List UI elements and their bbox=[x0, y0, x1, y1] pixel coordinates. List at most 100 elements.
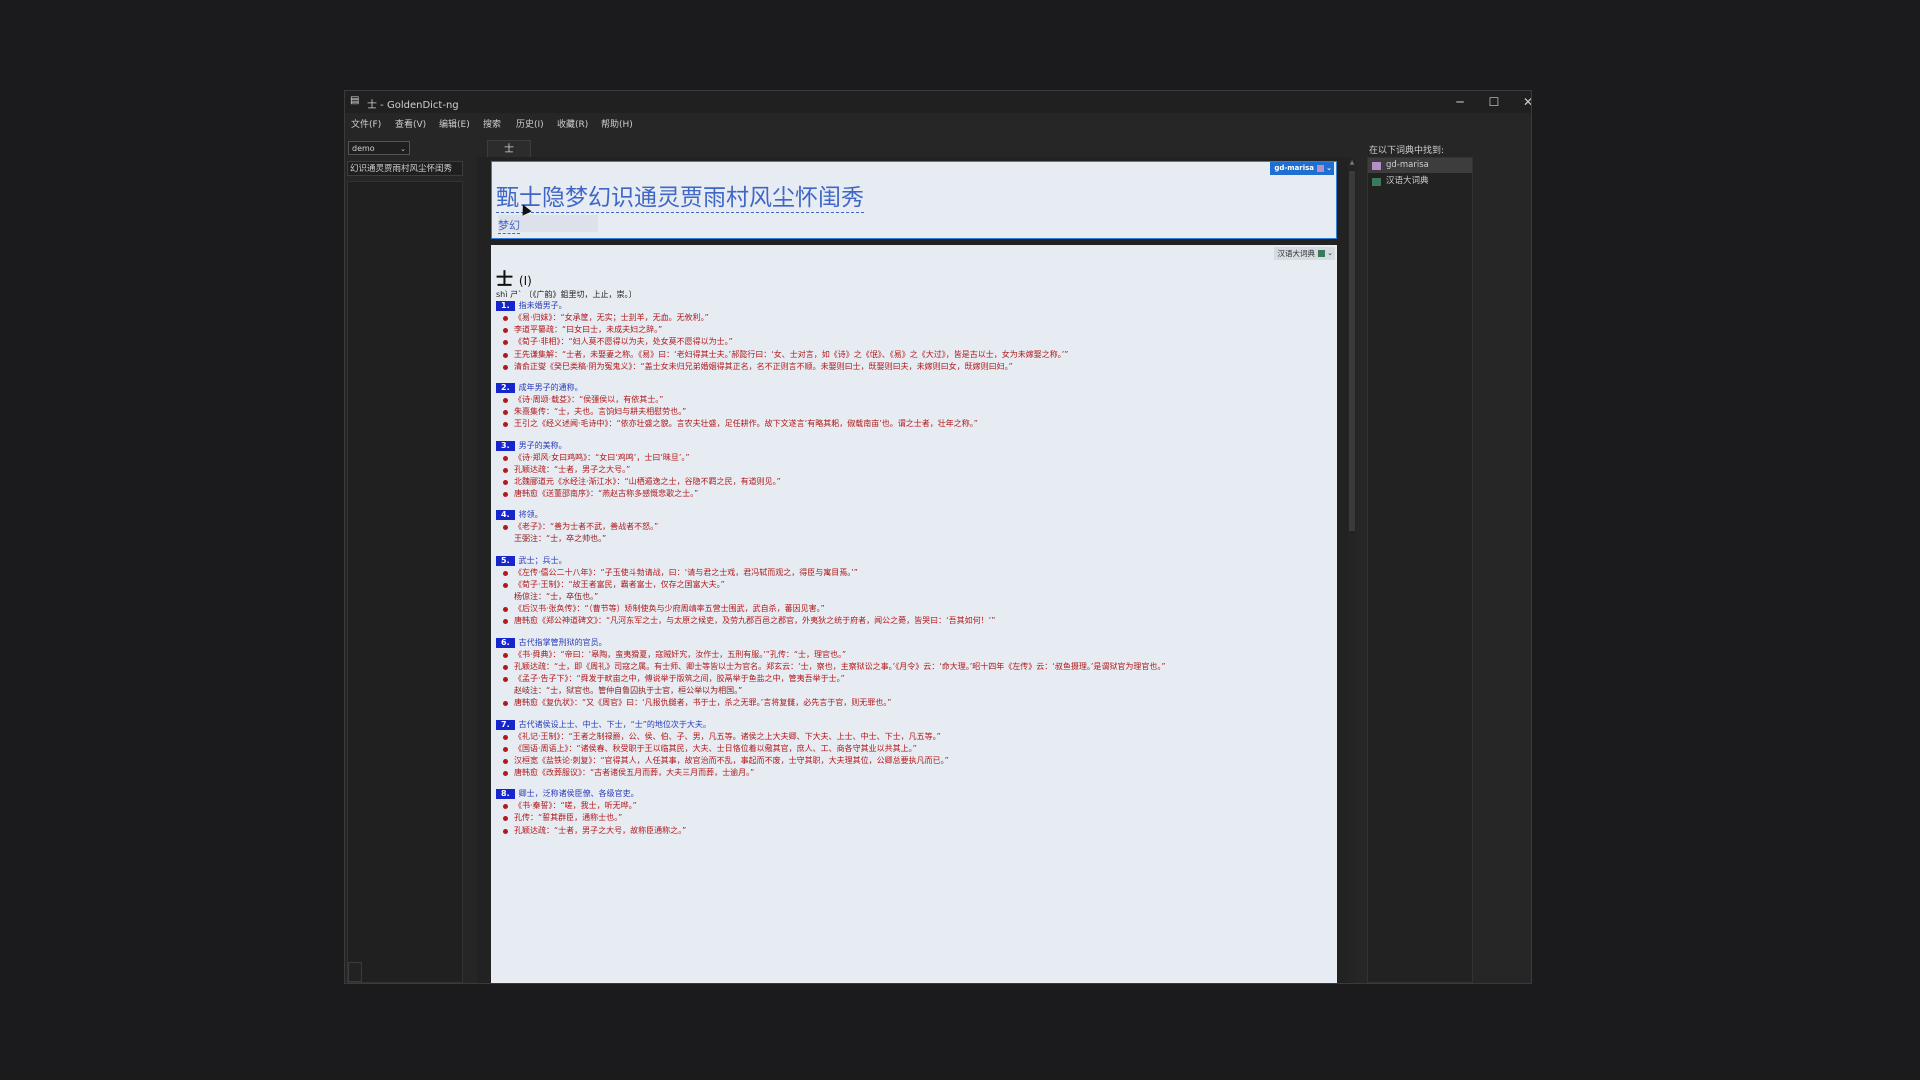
sense-heading: 6. 古代指掌管刑狱的官员。 bbox=[496, 637, 1326, 649]
example-text: 《国语·周语上》：“诸侯春、秋受职于王以临其民，大夫、士日恪位着以儆其官，庶人、… bbox=[514, 743, 917, 753]
example-citation: 唐韩愈《郑公神道碑文》：“凡河东军之士，与太原之候吏，及劳九郡百邑之郡官，外夷狄… bbox=[496, 615, 1326, 627]
sense-heading: 8. 卿士，泛称诸侯臣僚、各级官吏。 bbox=[496, 788, 1326, 800]
menu-view[interactable]: 查看(V) bbox=[395, 117, 426, 130]
example-text: 《易·归妹》：“女承筐，无实；士刲羊，无血。无攸利。” bbox=[514, 313, 709, 322]
example-citation: 《荀子·王制》：“故王者富民，霸者富士，仅存之国富大夫。” bbox=[496, 579, 1326, 591]
article-view[interactable]: gd-marisa ⌄ 甄士隐梦幻识通灵贾雨村风尘怀闺秀 梦幻 汉语大词典 ⌄ … bbox=[477, 157, 1351, 983]
example-citation: 朱熹集传：“士，夫也。言饷妇与耕夫相慰劳也。” bbox=[496, 406, 1326, 418]
menu-help[interactable]: 帮助(H) bbox=[601, 117, 633, 130]
scroll-up-arrow-icon[interactable]: ▲ bbox=[1348, 159, 1356, 167]
menu-edit[interactable]: 编辑(E) bbox=[439, 117, 470, 130]
example-citation: 《国语·周语上》：“诸侯春、秋受职于王以临其民，大夫、士日恪位着以儆其官，庶人、… bbox=[496, 743, 1326, 755]
sense-block: 5. 武士；兵士。 《左传·僖公二十八年》：“子玉使斗勃请战，曰：‘请与君之士戏，君… bbox=[496, 555, 1326, 628]
sense-definition: 古代诸侯设上士、中士、下士，“士”的地位次于大夫。 bbox=[518, 719, 711, 729]
example-text: 赵岐注：“士，狱官也。管仲自鲁囚执于士官，桓公举以为相国。” bbox=[514, 686, 743, 696]
example-citation: 唐韩愈《改葬服议》：“古者诸侯五月而葬，大夫三月而葬，士逾月。” bbox=[496, 767, 1326, 779]
dictionary-icon bbox=[1372, 162, 1381, 170]
bullet-icon bbox=[503, 328, 508, 334]
sense-heading: 7. 古代诸侯设上士、中士、下士，“士”的地位次于大夫。 bbox=[496, 719, 1326, 731]
menu-favorites[interactable]: 收藏(R) bbox=[557, 117, 588, 130]
example-note: 王弼注：“士，卒之帅也。” bbox=[496, 533, 1326, 545]
tab-current-word[interactable]: 士 bbox=[487, 140, 531, 158]
sense-definition: 将领。 bbox=[518, 510, 543, 520]
dict-badge-gd-marisa[interactable]: gd-marisa ⌄ bbox=[1270, 162, 1334, 175]
collapse-chevron-icon[interactable]: ⌄ bbox=[1327, 247, 1333, 260]
sense-block: 4. 将领。 《老子》：“善为士者不武，善战者不怒。” 王弼注：“士，卒之帅也。” bbox=[496, 509, 1326, 545]
bullet-icon bbox=[503, 570, 508, 576]
example-text: 孔传：“誓其群臣，通称士也。” bbox=[514, 813, 623, 823]
dict-icon bbox=[1317, 165, 1324, 172]
example-citation: 孔颖达疏：“士者，男子之大号。” bbox=[496, 464, 1326, 476]
sense-definition: 指未婚男子。 bbox=[518, 301, 567, 310]
example-text: 朱熹集传：“士，夫也。言饷妇与耕夫相慰劳也。” bbox=[514, 407, 687, 417]
sense-definition: 武士；兵士。 bbox=[518, 555, 567, 565]
bullet-icon bbox=[503, 664, 508, 670]
menu-bar: 文件(F) 查看(V) 编辑(E) 搜索 历史(I) 收藏(R) 帮助(H) bbox=[345, 113, 1531, 133]
headword-link[interactable]: 甄士隐梦幻识通灵贾雨村风尘怀闺秀 bbox=[496, 184, 864, 213]
minimize-button[interactable]: ─ bbox=[1443, 91, 1477, 113]
example-text: 王引之《经义述闻·毛诗中》：“依亦壮盛之貌。言农夫壮盛，足任耕作。故下文遂言‘有… bbox=[514, 419, 978, 429]
collapse-chevron-icon[interactable]: ⌄ bbox=[1326, 162, 1332, 175]
menu-search[interactable]: 搜索 bbox=[483, 117, 501, 130]
example-citation: 汉桓宽《盐铁论·刺复》：“官得其人，人任其事，故官治而不乱，事起而不废，士守其职… bbox=[496, 755, 1326, 767]
sense-heading: 5. 武士；兵士。 bbox=[496, 555, 1326, 567]
word-list[interactable] bbox=[347, 181, 463, 983]
group-select-value: demo bbox=[352, 144, 375, 153]
example-text: 《书·舜典》：“帝曰：‘皋陶，蛮夷猾夏，寇贼奸宄，汝作士，五刑有服。’”孔传：“… bbox=[514, 649, 847, 659]
bullet-icon bbox=[503, 316, 508, 321]
dictionary-group-select[interactable]: demo ⌄ bbox=[348, 141, 410, 155]
entry-title: 士 (I) bbox=[496, 265, 532, 290]
example-citation: 孔颖达疏：“士者，男子之大号，故称臣通称之。” bbox=[496, 825, 1326, 837]
example-citation: 《老子》：“善为士者不武，善战者不怒。” bbox=[496, 521, 1326, 533]
found-dict-item[interactable]: gd-marisa bbox=[1368, 158, 1472, 173]
example-citation: 《书·舜典》：“帝曰：‘皋陶，蛮夷猾夏，寇贼奸宄，汝作士，五刑有服。’”孔传：“… bbox=[496, 649, 1326, 661]
menu-history[interactable]: 历史(I) bbox=[516, 117, 544, 130]
sense-number: 8. bbox=[496, 789, 515, 800]
maximize-button[interactable]: ☐ bbox=[1477, 91, 1511, 113]
bullet-icon bbox=[503, 816, 508, 822]
list-corner-box bbox=[348, 962, 362, 982]
bullet-icon bbox=[503, 422, 508, 428]
example-citation: 李道平纂疏：“曰女曰士，未成夫妇之辞。” bbox=[496, 324, 1326, 336]
sense-number: 3. bbox=[496, 440, 515, 451]
close-button[interactable]: ✕ bbox=[1511, 91, 1531, 113]
example-text: 王先谦集解：“士者，未娶妻之称。《易》曰：‘老妇得其士夫。’郝懿行曰：‘女、士对… bbox=[514, 349, 1069, 359]
bullet-icon bbox=[503, 352, 508, 358]
subword-link[interactable]: 梦幻 bbox=[498, 217, 520, 234]
dictionary-icon bbox=[1372, 178, 1381, 186]
bullet-icon bbox=[503, 467, 508, 473]
example-text: 王弼注：“士，卒之帅也。” bbox=[514, 534, 607, 544]
example-text: 清俞正燮《癸巳类稿·阴为冤鬼义》：“盖士女未归兄弟婚姻得其正名，名不正则言不顺。… bbox=[514, 361, 1013, 371]
search-input[interactable]: 幻识通灵贾雨村风尘怀闺秀 bbox=[347, 161, 463, 176]
found-in-dictionaries-panel: 在以下词典中找到: gd-marisa 汉语大词典 bbox=[1365, 133, 1531, 983]
menu-file[interactable]: 文件(F) bbox=[351, 117, 381, 130]
example-text: 《荀子·王制》：“故王者富民，霸者富士，仅存之国富大夫。” bbox=[514, 579, 725, 589]
example-citation: 北魏郦道元《水经注·渐江水》：“山栖遁逸之士，谷隐不羁之民，有道则见。” bbox=[496, 476, 1326, 488]
found-dictionary-list[interactable]: gd-marisa 汉语大词典 bbox=[1367, 157, 1473, 983]
definition-list: 1. 指未婚男子。 《易·归妹》：“女承筐，无实；士刲羊，无血。无攸利。” 李道平纂疏… bbox=[496, 300, 1326, 837]
bullet-icon bbox=[503, 828, 508, 834]
example-citation: 《易·归妹》：“女承筐，无实；士刲羊，无血。无攸利。” bbox=[496, 312, 1326, 324]
dict-badge-label: gd-marisa bbox=[1274, 164, 1314, 172]
example-citation: 王引之《经义述闻·毛诗中》：“依亦壮盛之貌。言农夫壮盛，足任耕作。故下文遂言‘有… bbox=[496, 418, 1326, 430]
sense-number: 2. bbox=[496, 382, 515, 393]
example-citation: 《孟子·告子下》：“舜发于畎亩之中，傅说举于版筑之间，胶鬲举于鱼盐之中，管夷吾举… bbox=[496, 673, 1326, 685]
sense-block: 2. 成年男子的通称。 《诗·周颂·载芟》：“侯彊侯以，有依其士。” 朱熹集传：“士，… bbox=[496, 382, 1326, 431]
bullet-icon bbox=[503, 619, 508, 625]
sense-definition: 成年男子的通称。 bbox=[518, 382, 583, 392]
dict-badge-hanyu[interactable]: 汉语大词典 ⌄ bbox=[1273, 247, 1335, 260]
example-text: 《后汉书·张奂传》：“（曹节等）矫制使奂与少府周靖率五营士围武，武自杀，蕃因见害… bbox=[514, 604, 825, 614]
scroll-thumb[interactable] bbox=[1349, 171, 1355, 531]
bullet-icon bbox=[503, 455, 508, 461]
sense-number: 5. bbox=[496, 555, 515, 566]
found-dict-item[interactable]: 汉语大词典 bbox=[1368, 174, 1472, 189]
main-window: ▤ 士 - GoldenDict-ng ─ ☐ ✕ 文件(F) 查看(V) 编辑… bbox=[344, 90, 1532, 984]
dictionary-name: gd-marisa bbox=[1386, 160, 1429, 170]
entry-headword: 士 bbox=[496, 270, 513, 290]
bullet-icon bbox=[503, 340, 508, 346]
sense-definition: 男子的美称。 bbox=[518, 440, 567, 450]
article-scrollbar[interactable]: ▲ bbox=[1348, 159, 1356, 983]
bullet-icon bbox=[503, 364, 508, 370]
bullet-icon bbox=[503, 492, 508, 498]
bullet-icon bbox=[503, 734, 508, 740]
